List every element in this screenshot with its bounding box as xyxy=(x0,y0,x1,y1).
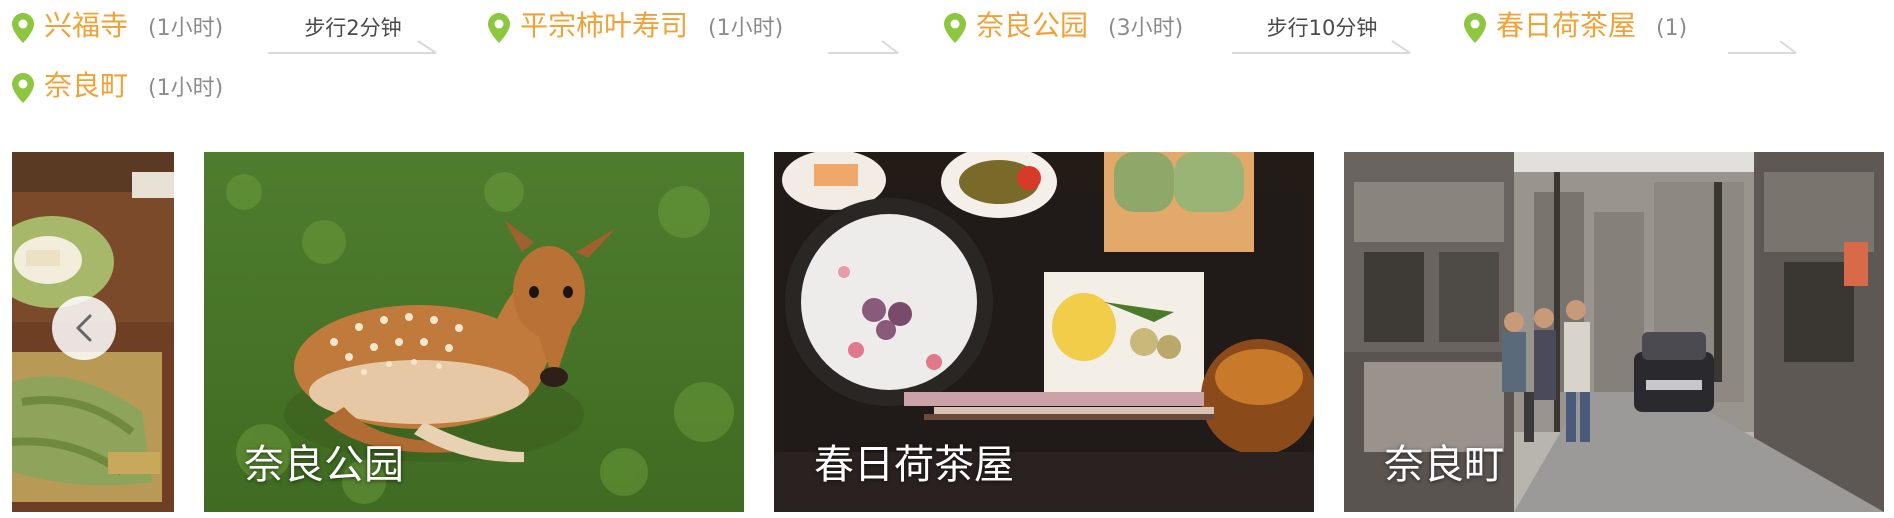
route-itinerary: 兴福寺 (1小时) 步行2分钟 平宗柿叶寿司 (1小时) 奈良公园 (3小时) … xyxy=(0,0,1894,120)
route-connector xyxy=(828,10,900,54)
route-stop[interactable]: 春日荷茶屋 (1) xyxy=(1464,8,1687,47)
stop-duration: (3小时) xyxy=(1108,16,1184,41)
connector-label: 步行10分钟 xyxy=(1266,16,1378,40)
route-stop[interactable]: 奈良町 (1小时) xyxy=(12,68,223,107)
carousel-prev-button[interactable] xyxy=(52,296,116,360)
stop-duration: (1小时) xyxy=(708,16,784,41)
stop-name[interactable]: 奈良町 xyxy=(44,68,128,104)
card-caption: 奈良町 xyxy=(1384,442,1504,488)
route-stop[interactable]: 平宗柿叶寿司 (1小时) xyxy=(488,8,783,47)
stop-name[interactable]: 兴福寺 xyxy=(44,8,128,44)
route-stop[interactable]: 兴福寺 (1小时) xyxy=(12,8,223,47)
map-pin-icon xyxy=(12,12,34,43)
map-pin-icon xyxy=(12,72,34,103)
stop-duration: (1) xyxy=(1656,16,1688,41)
map-pin-icon xyxy=(488,12,510,43)
arrow-right-line-icon xyxy=(268,40,437,54)
route-connector xyxy=(1728,10,1798,54)
arrow-right-line-icon xyxy=(1728,40,1797,54)
photo-card[interactable]: 奈良公园 xyxy=(204,152,744,512)
arrow-right-line-icon xyxy=(828,40,899,54)
photo-carousel: 奈良公园 春日荷茶屋 奈良町 xyxy=(0,152,1894,512)
stop-name[interactable]: 奈良公园 xyxy=(976,8,1088,44)
route-connector: 步行10分钟 xyxy=(1232,10,1412,54)
stop-name[interactable]: 春日荷茶屋 xyxy=(1496,8,1636,44)
stop-name[interactable]: 平宗柿叶寿司 xyxy=(520,8,688,44)
connector-label: 步行2分钟 xyxy=(304,16,402,40)
chevron-left-icon xyxy=(76,314,92,342)
stop-duration: (1小时) xyxy=(148,16,224,41)
map-pin-icon xyxy=(1464,12,1486,43)
card-caption: 春日荷茶屋 xyxy=(814,442,1014,488)
photo-card[interactable]: 奈良町 xyxy=(1344,152,1884,512)
route-stop[interactable]: 奈良公园 (3小时) xyxy=(944,8,1183,47)
arrow-right-line-icon xyxy=(1232,40,1411,54)
photo-card[interactable]: 春日荷茶屋 xyxy=(774,152,1314,512)
route-connector: 步行2分钟 xyxy=(268,10,438,54)
stop-duration: (1小时) xyxy=(148,76,224,101)
card-caption: 奈良公园 xyxy=(244,442,404,488)
map-pin-icon xyxy=(944,12,966,43)
